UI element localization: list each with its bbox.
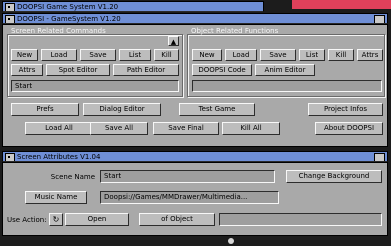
save-all-button[interactable]: Save All [90,122,148,135]
object-name-field[interactable] [219,213,382,226]
screen-attributes-close-icon[interactable] [5,153,15,161]
main-window-title: DOOPSI - GameSystem V1.20 [17,15,121,23]
change-background-button[interactable]: Change Background [286,170,382,183]
scene-name-field[interactable]: Start [100,170,275,183]
screen-load-button[interactable]: Load [41,49,77,61]
main-window: Screen Related Commands ▲ New Load Save … [2,24,388,147]
object-new-button[interactable]: New [192,49,222,61]
spot-editor-button[interactable]: Spot Editor [46,64,110,76]
music-name-button[interactable]: Music Name [25,191,87,204]
object-load-button[interactable]: Load [225,49,257,61]
dialog-editor-button[interactable]: Dialog Editor [83,103,161,116]
screen-attributes-titlebar[interactable]: Screen Attributes V1.04 [2,151,388,162]
object-functions-label: Object Related Functions [191,27,279,35]
scene-name-label: Scene Name [50,173,95,181]
object-attrs-button[interactable]: Attrs [357,49,383,61]
object-save-button[interactable]: Save [260,49,296,61]
prefs-button[interactable]: Prefs [11,103,79,116]
screen-list-field[interactable]: Start [11,80,179,92]
use-action-label: Use Action: [7,216,47,224]
anim-editor-button[interactable]: Anim Editor [255,64,315,76]
screen-save-button[interactable]: Save [80,49,116,61]
object-kill-button[interactable]: Kill [328,49,354,61]
screen-kill-button[interactable]: Kill [154,49,179,61]
of-object-button[interactable]: of Object [139,213,215,226]
project-infos-button[interactable]: Project Infos [308,103,383,116]
screen-new-button[interactable]: New [11,49,38,61]
screen-commands-label: Screen Related Commands [11,27,106,35]
mouse-pointer-icon [228,238,234,244]
scroll-arrow-icon[interactable]: ▲ [168,36,179,46]
path-editor-button[interactable]: Path Editor [113,64,179,76]
back-window-close-icon[interactable] [5,3,15,11]
screen-attributes-window: Scene Name Start Change Background Music… [2,162,388,236]
object-list-button[interactable]: List [299,49,325,61]
action-open-cycle[interactable]: Open [65,213,129,226]
depth-gadget-icon[interactable] [374,15,385,23]
kill-all-button[interactable]: Kill All [222,122,280,135]
back-window-title: DOOPSI Game System V1.20 [17,3,119,11]
about-doopsi-button[interactable]: About DOOPSI [315,122,383,135]
test-game-button[interactable]: Test Game [179,103,255,116]
music-path-field[interactable]: Doopsi://Games/MMDrawer/Multimedia... [100,191,279,204]
screen-attrs-button[interactable]: Attrs [11,64,43,76]
main-window-titlebar[interactable]: DOOPSI - GameSystem V1.20 [2,13,388,24]
save-final-button[interactable]: Save Final [153,122,219,135]
accent-bar [292,0,391,9]
screen-attributes-title: Screen Attributes V1.04 [17,153,101,161]
doopsi-code-button[interactable]: DOOPSI Code [192,64,252,76]
load-all-button[interactable]: Load All [25,122,93,135]
cycle-gadget-icon[interactable]: ↻ [49,213,63,226]
back-window-titlebar[interactable]: DOOPSI Game System V1.20 [2,1,264,12]
main-window-close-icon[interactable] [5,15,15,23]
screen-attributes-depth-icon[interactable] [374,153,385,161]
screen-list-button[interactable]: List [119,49,151,61]
object-list-field[interactable] [192,80,382,92]
